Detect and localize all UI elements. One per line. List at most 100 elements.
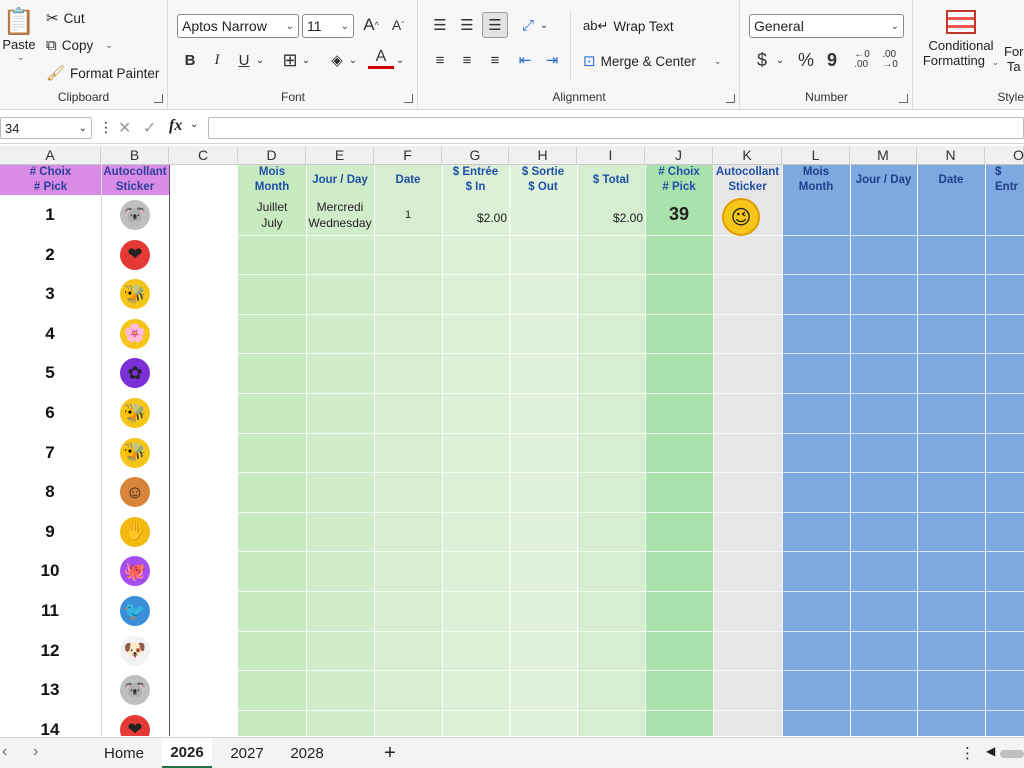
- col-header-f[interactable]: F: [374, 146, 442, 165]
- heart-sticker-icon[interactable]: ❤: [120, 239, 150, 270]
- scroll-left-icon[interactable]: ‹: [2, 743, 7, 761]
- align-middle-icon[interactable]: ☰: [454, 12, 480, 38]
- col-header-c[interactable]: C: [169, 146, 238, 165]
- scroll-bar-left-icon[interactable]: ◀: [986, 744, 995, 758]
- pick-number[interactable]: 8: [0, 482, 100, 502]
- header-date[interactable]: Date: [374, 165, 442, 195]
- decrease-indent-icon[interactable]: ⇤: [512, 47, 538, 73]
- currency-button[interactable]: $: [749, 47, 775, 73]
- header-in[interactable]: $ Entrée $ In: [442, 165, 509, 195]
- formula-input[interactable]: [208, 117, 1024, 139]
- header-day-2[interactable]: Jour / Day: [850, 165, 917, 195]
- decrease-decimal-icon[interactable]: .00 →0: [877, 47, 903, 73]
- col-header-l[interactable]: L: [782, 146, 850, 165]
- cancel-icon[interactable]: ✕: [118, 118, 131, 138]
- pick-number[interactable]: 4: [0, 324, 100, 344]
- scroll-right-icon[interactable]: ›: [33, 743, 38, 761]
- cell-total[interactable]: $2.00: [577, 210, 643, 226]
- header-pick-2[interactable]: # Choix # Pick: [645, 165, 713, 195]
- col-header-j[interactable]: J: [645, 146, 713, 165]
- col-header-b[interactable]: B: [101, 146, 169, 165]
- merge-chevron-icon[interactable]: ⌄: [714, 56, 722, 67]
- alignment-launcher-icon[interactable]: [726, 94, 735, 103]
- borders-chevron-icon[interactable]: ⌄: [299, 47, 313, 73]
- align-right-icon[interactable]: ≡: [482, 47, 508, 73]
- header-total[interactable]: $ Total: [577, 165, 645, 195]
- bold-button[interactable]: B: [177, 47, 203, 73]
- font-launcher-icon[interactable]: [404, 94, 413, 103]
- copy-button[interactable]: ⧉ Copy ⌄: [46, 37, 113, 54]
- header-sticker[interactable]: Autocollant Sticker: [101, 165, 169, 195]
- header-pick[interactable]: # Choix # Pick: [0, 165, 101, 195]
- paste-chevron-icon[interactable]: ⌄: [17, 52, 25, 63]
- pick-number[interactable]: 12: [0, 641, 100, 661]
- conditional-formatting-button[interactable]: Conditional Formatting ⌄: [922, 10, 1000, 68]
- number-launcher-icon[interactable]: [899, 94, 908, 103]
- currency-chevron-icon[interactable]: ⌄: [773, 47, 787, 73]
- boy-sticker-icon[interactable]: ☺: [120, 477, 150, 508]
- koala-sticker-icon[interactable]: 🐨: [120, 200, 150, 230]
- header-date-2[interactable]: Date: [917, 165, 985, 195]
- align-left-icon[interactable]: ≡: [427, 47, 453, 73]
- orientation-chevron-icon[interactable]: ⌄: [537, 12, 551, 38]
- name-box[interactable]: 34 ⌄: [0, 117, 92, 139]
- pick-number[interactable]: 7: [0, 443, 100, 463]
- align-bottom-icon[interactable]: ☰: [482, 12, 508, 38]
- pick-number[interactable]: 2: [0, 245, 100, 265]
- col-header-h[interactable]: H: [509, 146, 577, 165]
- col-header-k[interactable]: K: [713, 146, 782, 165]
- smiley-wave-sticker-icon[interactable]: 😉: [722, 198, 760, 236]
- font-color-icon[interactable]: A: [368, 47, 394, 69]
- increase-decimal-icon[interactable]: ←0.00: [849, 47, 875, 73]
- increase-indent-icon[interactable]: ⇥: [539, 47, 565, 73]
- bird-sticker-icon[interactable]: 🐦: [120, 596, 150, 626]
- italic-button[interactable]: I: [204, 47, 230, 73]
- pick-number[interactable]: 6: [0, 403, 100, 423]
- pick-number[interactable]: 3: [0, 284, 100, 304]
- glove-sticker-icon[interactable]: ✋: [120, 516, 150, 547]
- bees-sticker-icon[interactable]: 🐝: [120, 437, 150, 468]
- tab-home[interactable]: Home: [92, 738, 156, 768]
- header-out[interactable]: $ Sortie $ Out: [509, 165, 577, 195]
- font-family-select[interactable]: Aptos Narrow ⌄: [177, 14, 299, 38]
- header-in-2[interactable]: $ Entr: [985, 165, 1024, 195]
- wrap-text-button[interactable]: ab↵ Wrap Text: [583, 18, 674, 34]
- percent-button[interactable]: %: [793, 47, 819, 73]
- pick-number[interactable]: 1: [0, 205, 100, 225]
- bee-sticker-icon[interactable]: 🐝: [120, 398, 150, 428]
- cell-pick[interactable]: 39: [645, 205, 713, 223]
- fx-chevron-icon[interactable]: ⌄: [190, 119, 198, 130]
- col-header-g[interactable]: G: [442, 146, 509, 165]
- header-sticker-2[interactable]: Autocollant Sticker: [713, 165, 782, 195]
- col-header-i[interactable]: I: [577, 146, 645, 165]
- cell-day[interactable]: Mercredi Wednesday: [306, 199, 374, 231]
- font-color-chevron-icon[interactable]: ⌄: [393, 47, 407, 73]
- pick-number[interactable]: 13: [0, 680, 100, 700]
- col-header-o[interactable]: O: [985, 146, 1024, 165]
- col-header-n[interactable]: N: [917, 146, 985, 165]
- col-header-a[interactable]: A: [0, 146, 101, 165]
- pick-number[interactable]: 14: [0, 720, 100, 736]
- comma-button[interactable]: 9: [819, 47, 845, 73]
- col-header-d[interactable]: D: [238, 146, 306, 165]
- font-size-select[interactable]: 11 ⌄: [302, 14, 354, 38]
- format-painter-button[interactable]: 🖌 Format Painter: [46, 64, 159, 82]
- header-day[interactable]: Jour / Day: [306, 165, 374, 195]
- tab-2028[interactable]: 2028: [280, 738, 334, 768]
- tab-2027[interactable]: 2027: [220, 738, 274, 768]
- col-header-e[interactable]: E: [306, 146, 374, 165]
- increase-font-size-icon[interactable]: A ^: [358, 12, 384, 38]
- pick-number[interactable]: 11: [0, 601, 100, 621]
- more-options-icon[interactable]: ⋮: [99, 119, 113, 136]
- horizontal-scrollbar[interactable]: [1000, 750, 1024, 758]
- underline-chevron-icon[interactable]: ⌄: [253, 47, 267, 73]
- pick-number[interactable]: 10: [0, 561, 100, 581]
- bee-flower-sticker-icon[interactable]: 🌸: [120, 318, 150, 349]
- align-center-icon[interactable]: ≡: [454, 47, 480, 73]
- header-month[interactable]: Mois Month: [238, 165, 306, 195]
- bee-sticker-icon[interactable]: 🐝: [120, 279, 150, 310]
- more-sheets-icon[interactable]: ⋮: [960, 744, 975, 762]
- dog-sticker-icon[interactable]: 🐶: [120, 635, 150, 666]
- copy-chevron-icon[interactable]: ⌄: [105, 40, 113, 51]
- koala-sticker-icon[interactable]: 🐨: [120, 675, 150, 706]
